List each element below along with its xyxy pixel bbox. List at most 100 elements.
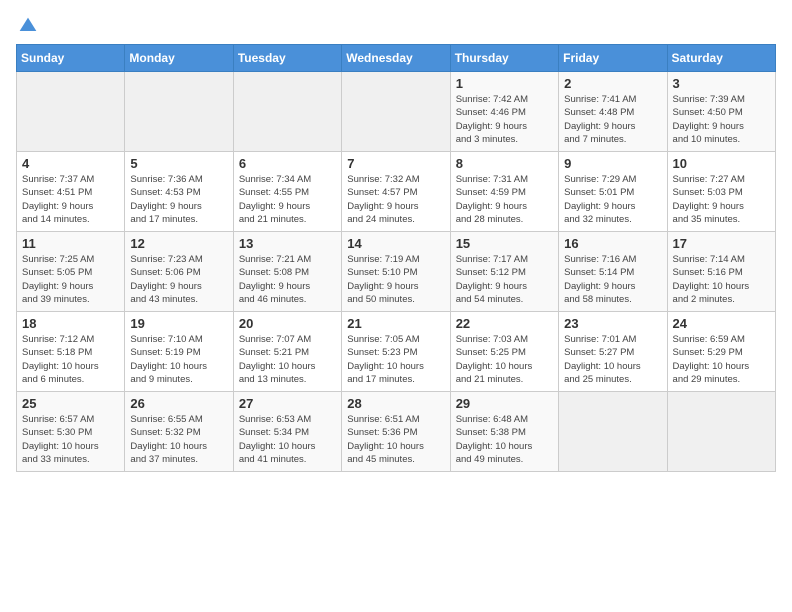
day-number: 16: [564, 236, 661, 251]
header-sunday: Sunday: [17, 45, 125, 72]
calendar-cell: [342, 72, 450, 152]
page-header: [16, 16, 776, 36]
day-info: Sunrise: 6:51 AM Sunset: 5:36 PM Dayligh…: [347, 413, 444, 466]
logo: [16, 16, 38, 36]
calendar-cell: 4Sunrise: 7:37 AM Sunset: 4:51 PM Daylig…: [17, 152, 125, 232]
day-number: 3: [673, 76, 770, 91]
calendar-cell: 11 Sunrise: 7:25 AM Sunset: 5:05 PM Dayli…: [17, 232, 125, 312]
week-row-0: 1 Sunrise: 7:42 AM Sunset: 4:46 PM Daylig…: [17, 72, 776, 152]
calendar-cell: [233, 72, 341, 152]
calendar-cell: 7Sunrise: 7:32 AM Sunset: 4:57 PM Daylig…: [342, 152, 450, 232]
day-info: Sunrise: 7:29 AM Sunset: 5:01 PM Dayligh…: [564, 173, 661, 226]
calendar-cell: 14 Sunrise: 7:19 AM Sunset: 5:10 PM Dayli…: [342, 232, 450, 312]
day-number: 9: [564, 156, 661, 171]
day-number: 19: [130, 316, 227, 331]
calendar-body: 1 Sunrise: 7:42 AM Sunset: 4:46 PM Daylig…: [17, 72, 776, 472]
day-info: Sunrise: 6:57 AM Sunset: 5:30 PM Dayligh…: [22, 413, 119, 466]
day-info: Sunrise: 7:36 AM Sunset: 4:53 PM Dayligh…: [130, 173, 227, 226]
day-number: 22: [456, 316, 553, 331]
day-info: Sunrise: 7:01 AM Sunset: 5:27 PM Dayligh…: [564, 333, 661, 386]
day-number: 12: [130, 236, 227, 251]
calendar-cell: 13 Sunrise: 7:21 AM Sunset: 5:08 PM Dayli…: [233, 232, 341, 312]
day-number: 25: [22, 396, 119, 411]
calendar-cell: [667, 392, 775, 472]
logo-icon: [18, 16, 38, 36]
day-info: Sunrise: 7:31 AM Sunset: 4:59 PM Dayligh…: [456, 173, 553, 226]
calendar-cell: 29 Sunrise: 6:48 AM Sunset: 5:38 PM Dayli…: [450, 392, 558, 472]
day-number: 23: [564, 316, 661, 331]
day-info: Sunrise: 7:16 AM Sunset: 5:14 PM Dayligh…: [564, 253, 661, 306]
calendar-cell: 20Sunrise: 7:07 AM Sunset: 5:21 PM Dayli…: [233, 312, 341, 392]
day-number: 10: [673, 156, 770, 171]
day-number: 6: [239, 156, 336, 171]
day-info: Sunrise: 7:05 AM Sunset: 5:23 PM Dayligh…: [347, 333, 444, 386]
day-number: 15: [456, 236, 553, 251]
calendar-cell: 2 Sunrise: 7:41 AM Sunset: 4:48 PM Daylig…: [559, 72, 667, 152]
calendar-cell: 19 Sunrise: 7:10 AM Sunset: 5:19 PM Dayli…: [125, 312, 233, 392]
day-number: 4: [22, 156, 119, 171]
calendar-cell: 16 Sunrise: 7:16 AM Sunset: 5:14 PM Dayli…: [559, 232, 667, 312]
calendar-cell: 17Sunrise: 7:14 AM Sunset: 5:16 PM Dayli…: [667, 232, 775, 312]
day-info: Sunrise: 7:19 AM Sunset: 5:10 PM Dayligh…: [347, 253, 444, 306]
calendar-cell: 10 Sunrise: 7:27 AM Sunset: 5:03 PM Dayli…: [667, 152, 775, 232]
day-info: Sunrise: 7:12 AM Sunset: 5:18 PM Dayligh…: [22, 333, 119, 386]
week-row-2: 11 Sunrise: 7:25 AM Sunset: 5:05 PM Dayli…: [17, 232, 776, 312]
calendar-header-row: SundayMondayTuesdayWednesdayThursdayFrid…: [17, 45, 776, 72]
day-info: Sunrise: 7:10 AM Sunset: 5:19 PM Dayligh…: [130, 333, 227, 386]
day-info: Sunrise: 7:03 AM Sunset: 5:25 PM Dayligh…: [456, 333, 553, 386]
calendar-cell: 8 Sunrise: 7:31 AM Sunset: 4:59 PM Daylig…: [450, 152, 558, 232]
day-number: 21: [347, 316, 444, 331]
day-number: 8: [456, 156, 553, 171]
day-info: Sunrise: 7:39 AM Sunset: 4:50 PM Dayligh…: [673, 93, 770, 146]
day-info: Sunrise: 7:14 AM Sunset: 5:16 PM Dayligh…: [673, 253, 770, 306]
header-tuesday: Tuesday: [233, 45, 341, 72]
day-info: Sunrise: 7:32 AM Sunset: 4:57 PM Dayligh…: [347, 173, 444, 226]
calendar-cell: 6 Sunrise: 7:34 AM Sunset: 4:55 PM Daylig…: [233, 152, 341, 232]
day-info: Sunrise: 7:25 AM Sunset: 5:05 PM Dayligh…: [22, 253, 119, 306]
day-info: Sunrise: 6:48 AM Sunset: 5:38 PM Dayligh…: [456, 413, 553, 466]
calendar-table: SundayMondayTuesdayWednesdayThursdayFrid…: [16, 44, 776, 472]
calendar-cell: 27Sunrise: 6:53 AM Sunset: 5:34 PM Dayli…: [233, 392, 341, 472]
week-row-4: 25 Sunrise: 6:57 AM Sunset: 5:30 PM Dayli…: [17, 392, 776, 472]
calendar-cell: 15 Sunrise: 7:17 AM Sunset: 5:12 PM Dayli…: [450, 232, 558, 312]
header-monday: Monday: [125, 45, 233, 72]
day-info: Sunrise: 6:55 AM Sunset: 5:32 PM Dayligh…: [130, 413, 227, 466]
week-row-1: 4Sunrise: 7:37 AM Sunset: 4:51 PM Daylig…: [17, 152, 776, 232]
day-info: Sunrise: 7:34 AM Sunset: 4:55 PM Dayligh…: [239, 173, 336, 226]
day-info: Sunrise: 6:59 AM Sunset: 5:29 PM Dayligh…: [673, 333, 770, 386]
day-number: 1: [456, 76, 553, 91]
calendar-cell: 18 Sunrise: 7:12 AM Sunset: 5:18 PM Dayli…: [17, 312, 125, 392]
day-number: 18: [22, 316, 119, 331]
calendar-cell: 22 Sunrise: 7:03 AM Sunset: 5:25 PM Dayli…: [450, 312, 558, 392]
day-info: Sunrise: 7:27 AM Sunset: 5:03 PM Dayligh…: [673, 173, 770, 226]
day-info: Sunrise: 7:41 AM Sunset: 4:48 PM Dayligh…: [564, 93, 661, 146]
day-info: Sunrise: 7:07 AM Sunset: 5:21 PM Dayligh…: [239, 333, 336, 386]
calendar-cell: 26 Sunrise: 6:55 AM Sunset: 5:32 PM Dayli…: [125, 392, 233, 472]
calendar-cell: 28 Sunrise: 6:51 AM Sunset: 5:36 PM Dayli…: [342, 392, 450, 472]
day-number: 26: [130, 396, 227, 411]
day-number: 2: [564, 76, 661, 91]
calendar-cell: [17, 72, 125, 152]
day-number: 28: [347, 396, 444, 411]
calendar-cell: 3 Sunrise: 7:39 AM Sunset: 4:50 PM Daylig…: [667, 72, 775, 152]
header-wednesday: Wednesday: [342, 45, 450, 72]
day-info: Sunrise: 7:21 AM Sunset: 5:08 PM Dayligh…: [239, 253, 336, 306]
calendar-cell: [125, 72, 233, 152]
header-saturday: Saturday: [667, 45, 775, 72]
calendar-cell: 25 Sunrise: 6:57 AM Sunset: 5:30 PM Dayli…: [17, 392, 125, 472]
day-number: 14: [347, 236, 444, 251]
week-row-3: 18 Sunrise: 7:12 AM Sunset: 5:18 PM Dayli…: [17, 312, 776, 392]
calendar-cell: 24Sunrise: 6:59 AM Sunset: 5:29 PM Dayli…: [667, 312, 775, 392]
day-number: 13: [239, 236, 336, 251]
calendar-cell: 9 Sunrise: 7:29 AM Sunset: 5:01 PM Daylig…: [559, 152, 667, 232]
calendar-cell: 21 Sunrise: 7:05 AM Sunset: 5:23 PM Dayli…: [342, 312, 450, 392]
calendar-cell: 1 Sunrise: 7:42 AM Sunset: 4:46 PM Daylig…: [450, 72, 558, 152]
day-info: Sunrise: 7:42 AM Sunset: 4:46 PM Dayligh…: [456, 93, 553, 146]
day-number: 11: [22, 236, 119, 251]
calendar-cell: 12Sunrise: 7:23 AM Sunset: 5:06 PM Dayli…: [125, 232, 233, 312]
calendar-cell: [559, 392, 667, 472]
day-number: 29: [456, 396, 553, 411]
header-friday: Friday: [559, 45, 667, 72]
day-number: 5: [130, 156, 227, 171]
day-info: Sunrise: 7:17 AM Sunset: 5:12 PM Dayligh…: [456, 253, 553, 306]
